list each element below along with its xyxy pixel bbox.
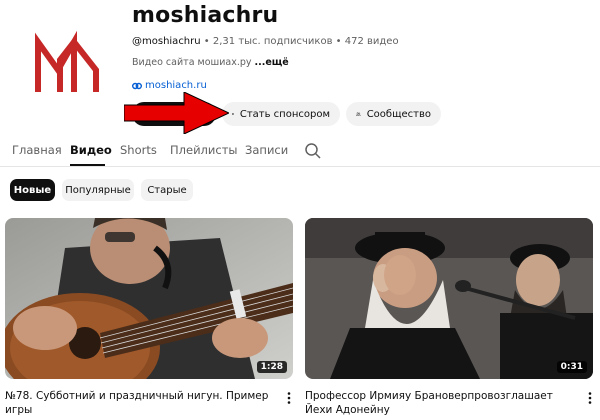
red-arrow-annotation xyxy=(124,92,229,134)
active-tab-indicator xyxy=(70,164,105,166)
community-label: Сообщество xyxy=(366,108,431,120)
video-duration: 0:31 xyxy=(556,361,587,373)
subscriber-count: 2,31 тыс. подписчиков xyxy=(212,36,333,47)
channel-handle: @moshiachru xyxy=(132,36,201,47)
speaker-thumbnail xyxy=(305,218,593,379)
tab-posts[interactable]: Записи xyxy=(245,143,288,157)
filter-popular[interactable]: Популярные xyxy=(62,179,134,201)
sponsor-button[interactable]: Стать спонсором xyxy=(222,102,340,126)
community-button[interactable]: Сообщество xyxy=(346,102,441,126)
meta-separator: • xyxy=(200,36,213,47)
tab-home[interactable]: Главная xyxy=(12,143,62,157)
filter-oldest[interactable]: Старые xyxy=(141,179,193,201)
channel-name: moshiachru xyxy=(132,3,279,28)
guitar-player-thumbnail xyxy=(5,218,293,379)
link-text: moshiach.ru xyxy=(145,80,207,91)
tab-playlists[interactable]: Плейлисты xyxy=(170,143,237,157)
sponsor-label: Стать спонсором xyxy=(239,108,330,120)
more-link[interactable]: ...ещё xyxy=(255,57,289,68)
video-thumbnail[interactable]: 0:31 xyxy=(305,218,593,379)
video-title[interactable]: №78. Субботний и праздничный нигун. Прим… xyxy=(5,389,275,417)
channel-tabs: Главная Видео Shorts Плейлисты Записи xyxy=(0,140,600,167)
filter-newest[interactable]: Новые xyxy=(10,179,55,201)
channel-logo xyxy=(35,30,99,92)
tab-videos[interactable]: Видео xyxy=(70,143,112,157)
more-vertical-icon[interactable] xyxy=(282,391,296,405)
channel-description[interactable]: Видео сайта мошиах.ру ...ещё xyxy=(132,57,289,68)
link-icon xyxy=(132,82,142,89)
video-title[interactable]: Профессор Ирмияу Брановерпровозглашает Й… xyxy=(305,389,575,417)
star-circle-icon xyxy=(232,113,234,115)
search-icon[interactable] xyxy=(304,142,322,160)
video-thumbnail[interactable]: 1:28 xyxy=(5,218,293,379)
channel-meta: @moshiachru • 2,31 тыс. подписчиков • 47… xyxy=(132,36,399,47)
more-vertical-icon[interactable] xyxy=(583,391,597,405)
video-duration: 1:28 xyxy=(256,361,287,373)
tab-shorts[interactable]: Shorts xyxy=(120,143,157,157)
channel-link[interactable]: moshiach.ru xyxy=(132,80,207,91)
video-count: 472 видео xyxy=(344,36,399,47)
description-text: Видео сайта мошиах.ру xyxy=(132,57,252,68)
people-icon xyxy=(356,112,361,116)
meta-separator: • xyxy=(332,36,345,47)
